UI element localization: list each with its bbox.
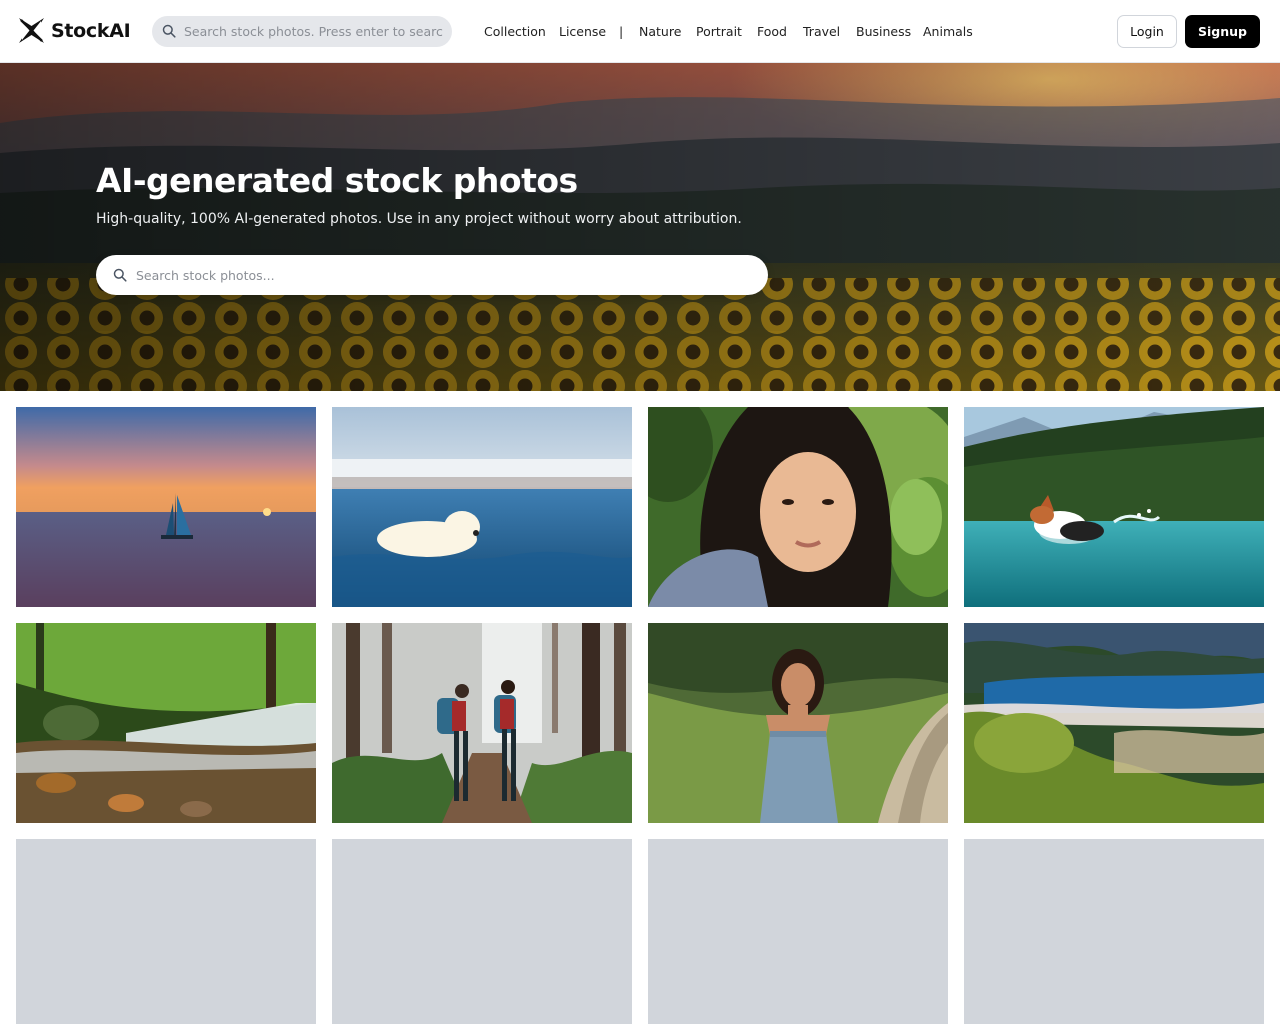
hero-search-input[interactable] <box>136 255 756 295</box>
photo-loading-placeholder <box>964 839 1264 1024</box>
hero-banner: AI-generated stock photos High-quality, … <box>0 63 1280 391</box>
hero-search-box[interactable] <box>96 255 768 295</box>
photo-mountain-lake-fog[interactable] <box>964 623 1264 823</box>
nav-search-box[interactable] <box>152 16 452 47</box>
hero-background-image <box>0 63 1280 391</box>
photo-image <box>332 623 632 823</box>
photo-image <box>16 407 316 607</box>
hero-subtitle: High-quality, 100% AI-generated photos. … <box>96 211 742 227</box>
nav-link-food[interactable]: Food <box>757 24 787 40</box>
login-button[interactable]: Login <box>1117 15 1177 48</box>
photo-hikers-foggy-forest[interactable] <box>332 623 632 823</box>
logo-text: StockAI <box>51 19 131 42</box>
top-navbar: StockAI Collection License | Nature Port… <box>0 0 1280 63</box>
photo-woman-mountain-trail[interactable] <box>648 623 948 823</box>
photo-image <box>648 407 948 607</box>
nav-link-travel[interactable]: Travel <box>803 24 840 40</box>
photo-loading-placeholder <box>16 839 316 1024</box>
photo-sailboat-at-sunset[interactable] <box>16 407 316 607</box>
nav-link-collection[interactable]: Collection <box>484 24 546 40</box>
nav-link-animals[interactable]: Animals <box>923 24 973 40</box>
search-icon <box>162 24 176 38</box>
hero-title: AI-generated stock photos <box>96 161 578 200</box>
photo-forest-waterfall[interactable] <box>16 623 316 823</box>
photo-loading-placeholder <box>332 839 632 1024</box>
nav-link-nature[interactable]: Nature <box>639 24 681 40</box>
logo-link[interactable]: StockAI <box>19 18 131 43</box>
photo-image <box>964 623 1264 823</box>
photo-dog-splashing-lake[interactable] <box>964 407 1264 607</box>
nav-link-business[interactable]: Business <box>856 24 911 40</box>
photo-image <box>648 623 948 823</box>
nav-separator: | <box>619 24 624 39</box>
photo-woman-portrait-leaves[interactable] <box>648 407 948 607</box>
photo-polar-bear-swimming[interactable] <box>332 407 632 607</box>
photo-image <box>332 407 632 607</box>
signup-button[interactable]: Signup <box>1185 15 1260 48</box>
nav-link-license[interactable]: License <box>559 24 606 40</box>
photo-image <box>16 623 316 823</box>
search-icon <box>113 268 127 282</box>
photo-loading-placeholder <box>648 839 948 1024</box>
nav-link-portrait[interactable]: Portrait <box>696 24 742 40</box>
photo-image <box>964 407 1264 607</box>
nav-search-input[interactable] <box>184 16 444 47</box>
logo-icon <box>19 18 44 43</box>
